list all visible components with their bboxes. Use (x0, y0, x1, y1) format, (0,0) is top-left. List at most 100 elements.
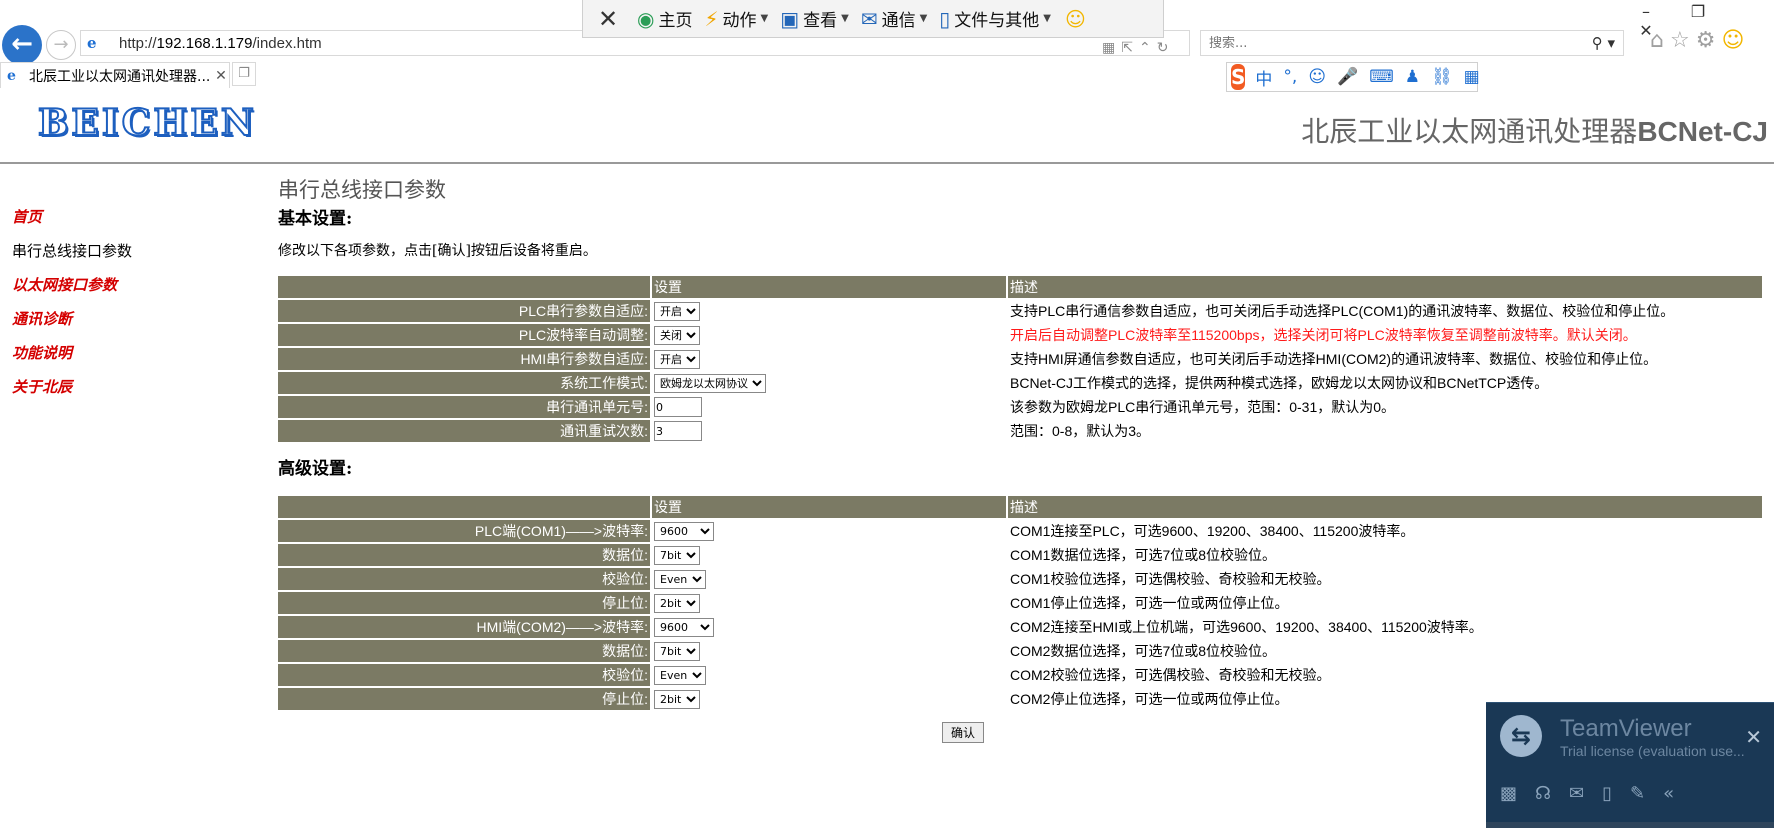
sidebar-item-home[interactable]: 首页 (12, 200, 252, 234)
ime-toolbar: S 中 °, ☺ 🎤 ⌨ ♟ ⛓ ▦ (1226, 62, 1480, 92)
toolbar-view[interactable]: ▣ 查看 ▼ (780, 6, 849, 32)
param-desc: COM1数据位选择，可选7位或8位校验位。 (1008, 544, 1762, 566)
tab-favicon-icon: e (7, 67, 16, 84)
sidebar-item-serial-params[interactable]: 串行总线接口参数 (12, 234, 252, 268)
param-desc: 范围：0-8，默认为3。 (1008, 420, 1762, 442)
param-label: 数据位: (278, 544, 650, 566)
param-desc: COM2校验位选择，可选偶校验、奇校验和无校验。 (1008, 664, 1762, 686)
sidebar-item-diagnostics[interactable]: 通讯诊断 (12, 302, 252, 336)
sogou-logo-icon[interactable]: S (1231, 64, 1246, 90)
monitor-icon: ▣ (780, 6, 800, 31)
header-cell-desc: 描述 (1008, 496, 1762, 518)
chat-bubble-icon[interactable]: ✉ (1569, 783, 1602, 804)
param-label: 数据位: (278, 640, 650, 662)
toolbar-home-label: 主页 (658, 11, 693, 31)
com1-databits-select[interactable]: 7bit (654, 545, 700, 565)
sidebar-item-ethernet-params[interactable]: 以太网接口参数 (12, 268, 252, 302)
tab-close-icon[interactable]: ✕ (213, 68, 229, 84)
table-header-row: 设置 描述 (278, 276, 1762, 298)
beichen-logo: BEICHEN (37, 101, 257, 145)
back-arrow-icon[interactable]: ← (2, 25, 42, 65)
new-tab-icon[interactable]: ❐ (232, 62, 256, 86)
ime-mode[interactable]: 中 (1255, 65, 1272, 90)
url-text[interactable]: http://192.168.1.179/index.htm (109, 35, 322, 52)
plc-baud-auto-select[interactable]: 关闭 (654, 325, 700, 345)
param-desc: COM1连接至PLC，可选9600、19200、38400、115200波特率。 (1008, 520, 1762, 542)
toolbox-grid-icon[interactable]: ▦ (1464, 67, 1480, 87)
teamviewer-license: Trial license (evaluation use... (1560, 743, 1745, 759)
param-label: PLC波特率自动调整: (278, 324, 650, 346)
param-label: 通讯重试次数: (278, 420, 650, 442)
table-row: 校验位: Even COM1校验位选择，可选偶校验、奇校验和无校验。 (278, 568, 1762, 590)
grid-icon[interactable]: ▦ (1102, 40, 1121, 56)
header-cell-setting: 设置 (652, 276, 1006, 298)
punctuation-icon[interactable]: °, (1283, 67, 1297, 87)
toolbar-comm[interactable]: ✉ 通信 ▼ (861, 6, 927, 32)
refresh-icon[interactable]: ↻ (1157, 40, 1175, 56)
hmi-auto-adapt-select[interactable]: 开启 (654, 349, 700, 369)
com2-databits-select[interactable]: 7bit (654, 641, 700, 661)
chevron-down-icon: ▼ (841, 13, 849, 24)
com2-parity-select[interactable]: Even (654, 665, 706, 685)
table-row: 系统工作模式: 欧姆龙以太网协议 BCNet-CJ工作模式的选择，提供两种模式选… (278, 372, 1762, 394)
emoji-icon[interactable]: ☺ (1065, 7, 1086, 31)
tab-title: 北辰工业以太网通讯处理器... (29, 68, 211, 85)
minimize-icon[interactable]: – (1620, 2, 1672, 21)
toolbar-files[interactable]: ▯ 文件与其他 ▼ (939, 6, 1051, 32)
sidebar-item-about[interactable]: 关于北辰 (12, 370, 252, 404)
header-cell-setting: 设置 (652, 496, 1006, 518)
browser-tab[interactable]: e 北辰工业以太网通讯处理器... ✕ (0, 62, 230, 88)
param-label: 系统工作模式: (278, 372, 650, 394)
fullscreen-icon[interactable]: ⇱ (1121, 40, 1139, 56)
com2-stopbits-select[interactable]: 2bit (654, 689, 700, 709)
search-box[interactable]: ⚲ ▾ (1200, 30, 1624, 56)
confirm-button[interactable]: 确认 (941, 722, 984, 743)
collapse-left-icon[interactable]: « (1663, 783, 1692, 804)
table-row: 停止位: 2bit COM1停止位选择，可选一位或两位停止位。 (278, 592, 1762, 614)
file-box-icon[interactable]: ▯ (1602, 783, 1630, 804)
table-row: HMI串行参数自适应: 开启 支持HMI屏通信参数自适应，也可关闭后手动选择HM… (278, 348, 1762, 370)
sidebar-item-manual[interactable]: 功能说明 (12, 336, 252, 370)
keyboard-icon[interactable]: ⌨ (1369, 67, 1394, 87)
com1-stopbits-select[interactable]: 2bit (654, 593, 700, 613)
headset-icon[interactable]: ☊ (1535, 783, 1569, 804)
microphone-icon[interactable]: 🎤 (1337, 67, 1358, 87)
param-label: 串行通讯单元号: (278, 396, 650, 418)
site-title-cn: 北辰工业以太网通讯处理器 (1301, 115, 1638, 148)
teamviewer-close-icon[interactable]: ✕ (1745, 725, 1762, 749)
param-label: HMI端(COM2)——>波特率: (278, 616, 650, 638)
toolbar-close-icon[interactable]: ✕ (591, 5, 625, 33)
table-header-row: 设置 描述 (278, 496, 1762, 518)
chevron-down-icon: ▼ (760, 13, 769, 24)
video-camera-icon[interactable]: ▩ (1500, 783, 1535, 804)
toolbar-home[interactable]: ◉ 主页 (637, 6, 693, 32)
table-row: 数据位: 7bit COM1数据位选择，可选7位或8位校验位。 (278, 544, 1762, 566)
restore-icon[interactable]: ❐ (1672, 2, 1724, 21)
search-icon[interactable]: ⚲ ▾ (1592, 34, 1615, 52)
work-mode-select[interactable]: 欧姆龙以太网协议 (654, 373, 766, 393)
forward-arrow-icon[interactable]: → (46, 30, 76, 60)
com2-baud-select[interactable]: 9600 (654, 617, 714, 637)
pen-icon[interactable]: ✎ (1630, 783, 1663, 804)
skin-shirt-icon[interactable]: ⛓ (1431, 67, 1453, 87)
param-desc: 该参数为欧姆龙PLC串行通讯单元号，范围：0-31，默认为0。 (1008, 396, 1762, 418)
unit-number-input[interactable] (654, 397, 702, 417)
user-icon[interactable]: ♟ (1405, 67, 1420, 87)
param-desc: COM2数据位选择，可选7位或8位校验位。 (1008, 640, 1762, 662)
teamviewer-floating-toolbar: ✕ ◉ 主页 ⚡ 动作 ▼ ▣ 查看 ▼ ✉ 通信 ▼ ▯ 文件与其他 ▼ ☺ (582, 0, 1164, 38)
toolbar-comm-label: 通信 (881, 11, 916, 31)
retry-count-input[interactable] (654, 421, 702, 441)
close-window-icon[interactable]: ✕ (1620, 21, 1672, 40)
toolbar-action[interactable]: ⚡ 动作 ▼ (704, 6, 769, 32)
com1-parity-select[interactable]: Even (654, 569, 706, 589)
basic-settings-heading: 基本设置: (278, 209, 353, 229)
sidebar-nav: 首页 串行总线接口参数 以太网接口参数 通讯诊断 功能说明 关于北辰 (12, 200, 252, 404)
emoji-face-icon[interactable]: ☺ (1308, 67, 1326, 87)
home-circle-icon: ◉ (637, 6, 655, 31)
com1-baud-select[interactable]: 9600 (654, 521, 714, 541)
param-desc: COM2连接至HMI或上位机端，可选9600、19200、38400、11520… (1008, 616, 1762, 638)
collapse-up-icon[interactable]: ⌃ (1139, 40, 1157, 56)
search-input[interactable] (1209, 35, 1569, 51)
plc-auto-adapt-select[interactable]: 开启 (654, 301, 700, 321)
basic-settings-table: 设置 描述 PLC串行参数自适应: 开启 支持PLC串行通信参数自适应，也可关闭… (276, 274, 1764, 444)
